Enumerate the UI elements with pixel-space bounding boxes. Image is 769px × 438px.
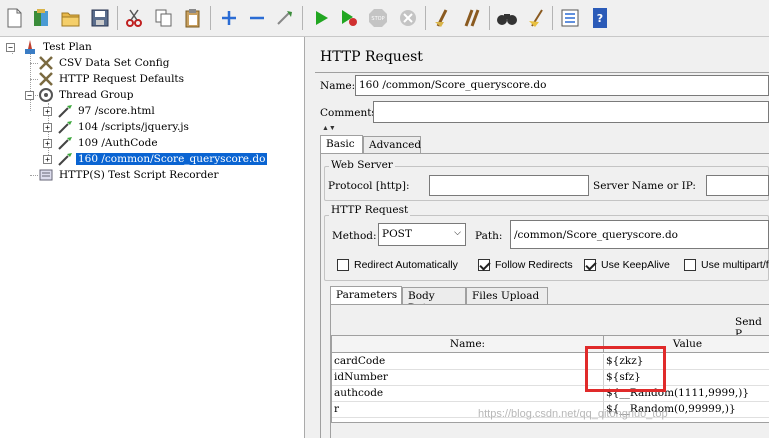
collapse-test-plan-toggle[interactable]: − xyxy=(6,43,15,52)
redirect-automatically-checkbox[interactable]: Redirect Automatically xyxy=(337,259,458,271)
use-multipart-checkbox[interactable]: Use multipart/fo xyxy=(684,259,769,271)
function-helper-icon[interactable] xyxy=(559,7,581,29)
tree-node-sampler[interactable]: 97 /score.html xyxy=(57,103,157,119)
name-field[interactable]: 160 /common/Score_queryscore.do xyxy=(355,75,769,96)
server-name-label: Server Name or IP: xyxy=(593,180,696,192)
comments-field[interactable] xyxy=(373,101,769,123)
expand-sampler-toggle[interactable]: + xyxy=(43,139,52,148)
recorder-icon xyxy=(38,167,54,183)
search-icon[interactable] xyxy=(496,7,518,29)
method-select[interactable]: POST ⌵ xyxy=(378,223,466,246)
tab-files-upload[interactable]: Files Upload xyxy=(466,287,548,305)
tree-node-sampler[interactable]: 109 /AuthCode xyxy=(57,135,160,151)
checkbox-box xyxy=(584,259,596,271)
panel-splitter[interactable] xyxy=(305,37,315,438)
templates-icon[interactable] xyxy=(31,7,53,29)
param-name-cell[interactable]: cardCode xyxy=(332,354,604,370)
save-icon[interactable] xyxy=(89,7,111,29)
annotation-highlight-box xyxy=(585,346,666,392)
tree-node-recorder[interactable]: HTTP(S) Test Script Recorder xyxy=(38,167,221,183)
tab-advanced[interactable]: Advanced xyxy=(363,136,421,154)
watermark-text: https://blog.csdn.net/qq_qitongnuo_top xyxy=(478,408,668,420)
start-icon[interactable] xyxy=(310,7,332,29)
http-request-panel: HTTP Request Name: 160 /common/Score_que… xyxy=(315,37,769,438)
sampler-pipette-icon xyxy=(57,135,73,151)
name-label: Name: xyxy=(320,80,356,92)
expand-icon[interactable] xyxy=(218,7,240,29)
toggle-icon[interactable] xyxy=(274,7,296,29)
server-name-field[interactable] xyxy=(706,175,769,196)
config-element-icon xyxy=(38,71,54,87)
test-plan-icon xyxy=(22,39,38,55)
follow-redirects-checkbox[interactable]: Follow Redirects xyxy=(478,259,573,271)
protocol-label: Protocol [http]: xyxy=(328,180,410,192)
resize-arrows-icon[interactable]: ▲▼ xyxy=(322,125,336,132)
svg-text:STOP: STOP xyxy=(371,16,384,22)
svg-text:?: ? xyxy=(597,12,603,25)
table-row[interactable]: idNumber ${sfz} xyxy=(332,370,769,386)
cut-icon[interactable] xyxy=(123,7,145,29)
start-no-pause-icon[interactable] xyxy=(338,7,360,29)
config-element-icon xyxy=(38,55,54,71)
help-icon[interactable]: ? xyxy=(589,7,611,29)
tree-node-test-plan[interactable]: Test Plan xyxy=(22,39,94,55)
sampler-pipette-icon xyxy=(57,151,73,167)
expand-sampler-toggle[interactable]: + xyxy=(43,123,52,132)
expand-sampler-toggle[interactable]: + xyxy=(43,155,52,164)
param-name-cell[interactable]: authcode xyxy=(332,386,604,402)
test-plan-tree: − Test Plan CSV Data Set Config HTTP Req… xyxy=(0,37,305,438)
path-field[interactable]: /common/Score_queryscore.do xyxy=(510,220,769,249)
tree-node-sampler[interactable]: 104 /scripts/jquery.js xyxy=(57,119,191,135)
panel-title: HTTP Request xyxy=(320,49,423,65)
collapse-thread-group-toggle[interactable]: − xyxy=(25,91,34,100)
clear-all-icon[interactable] xyxy=(461,7,483,29)
web-server-title: Web Server xyxy=(329,159,395,171)
shutdown-icon[interactable] xyxy=(397,7,419,29)
reset-search-icon[interactable] xyxy=(526,7,548,29)
tab-body-data[interactable]: Body Data xyxy=(402,287,466,314)
path-label: Path: xyxy=(475,230,503,242)
copy-icon[interactable] xyxy=(153,7,175,29)
paste-icon[interactable] xyxy=(182,7,204,29)
stop-icon[interactable]: STOP xyxy=(367,7,389,29)
checkbox-box xyxy=(337,259,349,271)
tab-basic[interactable]: Basic xyxy=(320,135,363,153)
table-row[interactable]: cardCode ${zkz} xyxy=(332,354,769,370)
http-request-group-title: HTTP Request xyxy=(329,204,411,216)
tab-parameters[interactable]: Parameters xyxy=(330,286,402,304)
sampler-pipette-icon xyxy=(57,119,73,135)
expand-sampler-toggle[interactable]: + xyxy=(43,107,52,116)
checkbox-box xyxy=(478,259,490,271)
param-name-cell[interactable]: idNumber xyxy=(332,370,604,386)
collapse-icon[interactable] xyxy=(246,7,268,29)
thread-group-icon xyxy=(38,87,54,103)
table-row[interactable]: authcode ${__Random(1111,9999,)} xyxy=(332,386,769,402)
use-keepalive-checkbox[interactable]: Use KeepAlive xyxy=(584,259,670,271)
tree-node-sampler-selected[interactable]: 160 /common/Score_queryscore.do xyxy=(57,151,269,167)
comments-label: Comments: xyxy=(320,107,381,119)
column-header-name[interactable]: Name: xyxy=(332,336,604,353)
clear-icon[interactable] xyxy=(431,7,453,29)
toolbar: STOP ? xyxy=(0,0,769,37)
open-icon[interactable] xyxy=(60,7,82,29)
sampler-pipette-icon xyxy=(57,103,73,119)
tree-node-http-request-defaults[interactable]: HTTP Request Defaults xyxy=(38,71,186,87)
tree-node-thread-group[interactable]: Thread Group xyxy=(38,87,136,103)
chevron-down-icon: ⌵ xyxy=(454,228,461,238)
tree-node-csv-data-set-config[interactable]: CSV Data Set Config xyxy=(38,55,171,71)
new-icon[interactable] xyxy=(3,7,25,29)
protocol-field[interactable] xyxy=(429,175,589,196)
checkbox-box xyxy=(684,259,696,271)
method-label: Method: xyxy=(332,230,377,242)
method-value: POST xyxy=(382,228,412,240)
